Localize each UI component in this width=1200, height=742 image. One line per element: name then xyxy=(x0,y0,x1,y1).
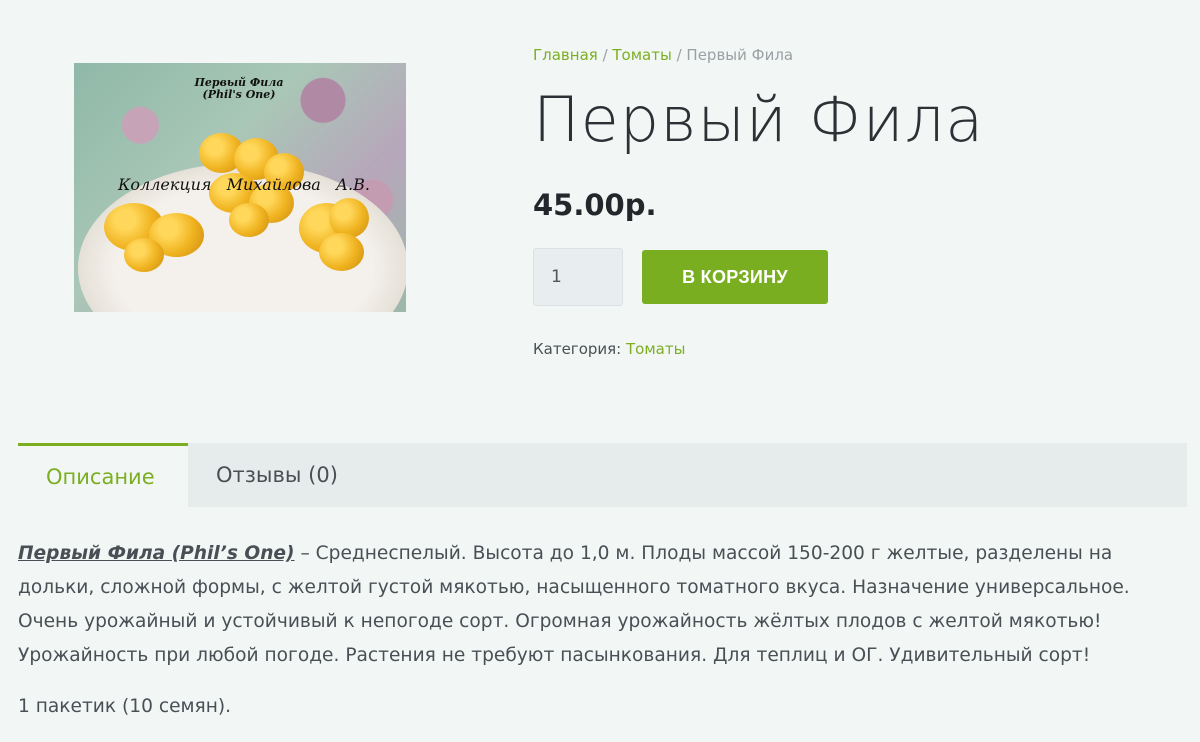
product-page: Первый Фила (Phil's One) Коллекция Михай… xyxy=(0,0,1200,742)
image-caption-collection: Коллекция Михайлова А.В. xyxy=(118,175,370,194)
product-price: 45.00р. xyxy=(533,188,657,223)
quantity-input[interactable] xyxy=(533,248,623,307)
add-to-cart-button[interactable]: В КОРЗИНУ xyxy=(642,250,828,305)
tomato-graphic xyxy=(229,203,269,237)
tab-reviews[interactable]: Отзывы (0) xyxy=(188,443,366,507)
product-image[interactable]: Первый Фила (Phil's One) Коллекция Михай… xyxy=(74,63,406,312)
tomato-graphic xyxy=(124,238,164,272)
breadcrumb-separator: / xyxy=(671,46,687,64)
image-caption-title: Первый Фила (Phil's One) xyxy=(194,76,284,101)
category-label: Категория: xyxy=(533,340,622,359)
tab-description[interactable]: Описание xyxy=(18,443,188,507)
product-tabs: Описание Отзывы (0) xyxy=(18,443,1187,507)
breadcrumb-current: Первый Фила xyxy=(686,46,794,64)
breadcrumb-category-link[interactable]: Томаты xyxy=(612,46,671,64)
product-meta: Категория: Томаты xyxy=(533,340,1173,358)
breadcrumb-home-link[interactable]: Главная xyxy=(533,46,598,64)
description-paragraph: Первый Фила (Phil’s One) – Среднеспелый.… xyxy=(18,537,1183,673)
breadcrumb-separator: / xyxy=(597,46,613,64)
product-description: Первый Фила (Phil’s One) – Среднеспелый.… xyxy=(18,537,1183,724)
tomato-graphic xyxy=(319,233,364,271)
tomato-graphic xyxy=(329,198,369,238)
category-link[interactable]: Томаты xyxy=(626,340,685,358)
add-to-cart-form: В КОРЗИНУ xyxy=(533,248,1173,307)
breadcrumb: Главная / Томаты / Первый Фила xyxy=(533,46,1173,70)
product-summary: Главная / Томаты / Первый Фила Первый Фи… xyxy=(533,46,1173,358)
product-title: Первый Фила xyxy=(533,83,985,156)
packet-info: 1 пакетик (10 семян). xyxy=(18,696,232,717)
variety-link[interactable]: Первый Фила (Phil’s One) xyxy=(18,543,295,564)
